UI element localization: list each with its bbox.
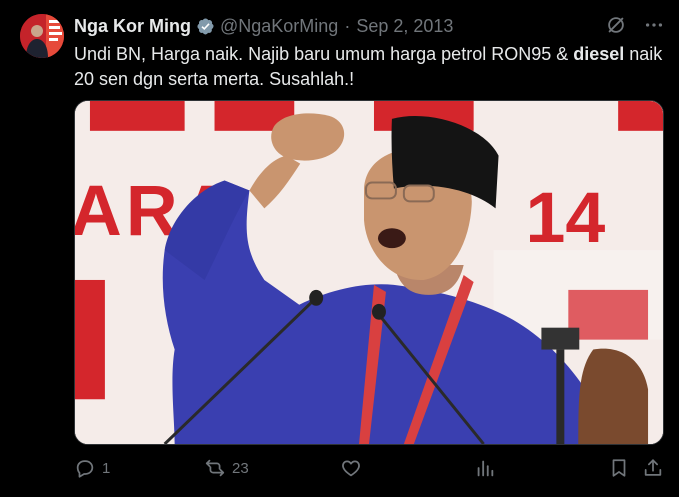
- bookmark-icon: [612, 459, 626, 477]
- tweet-text-bold: diesel: [573, 44, 625, 64]
- reply-count: 1: [102, 459, 111, 477]
- verified-badge-icon: [197, 18, 214, 34]
- grok-icon[interactable]: [605, 14, 627, 36]
- reply-button[interactable]: 1: [74, 457, 110, 479]
- views-button[interactable]: [474, 457, 502, 479]
- retweet-count: 23: [232, 459, 249, 477]
- views-icon: [477, 460, 494, 477]
- banner-text-right: 14: [525, 178, 605, 258]
- avatar[interactable]: [20, 14, 64, 58]
- tweet-text: Undi BN, Harga naik. Najib baru umum har…: [74, 42, 666, 92]
- share-icon: [644, 459, 662, 476]
- reply-icon: [76, 460, 94, 478]
- like-button[interactable]: [340, 457, 368, 479]
- share-button[interactable]: [642, 457, 664, 479]
- tweet-photo[interactable]: ARA 14: [74, 100, 664, 445]
- header-actions: [605, 14, 665, 36]
- bookmark-button[interactable]: [608, 457, 630, 479]
- more-icon[interactable]: [643, 14, 665, 36]
- handle[interactable]: @NgaKorMing: [220, 16, 338, 37]
- tweet-header: Nga Kor Ming @NgaKorMing · Sep 2, 2013: [74, 14, 453, 38]
- display-name[interactable]: Nga Kor Ming: [74, 16, 191, 37]
- retweet-icon: [205, 459, 225, 477]
- heart-icon: [342, 460, 360, 477]
- separator-dot: ·: [344, 15, 351, 36]
- action-bar: 1 23: [74, 457, 664, 483]
- tweet-text-part1: Undi BN, Harga naik. Najib baru umum har…: [74, 44, 574, 64]
- tweet-card[interactable]: Nga Kor Ming @NgaKorMing · Sep 2, 2013 U…: [0, 0, 679, 497]
- retweet-button[interactable]: 23: [204, 457, 249, 479]
- tweet-date[interactable]: Sep 2, 2013: [356, 16, 453, 37]
